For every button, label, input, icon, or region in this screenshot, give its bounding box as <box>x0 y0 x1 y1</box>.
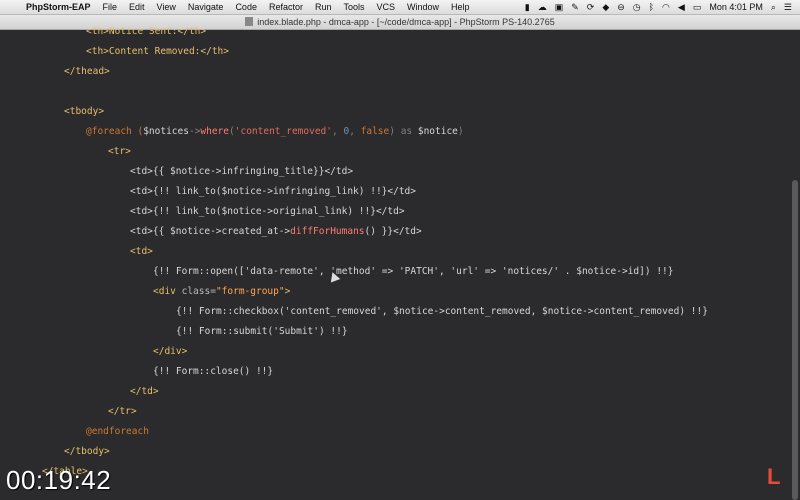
code-line: <th>Notice Sent:</th> <box>86 25 206 39</box>
code-text: <td>{!! link_to($notice->original_link) … <box>130 206 405 217</box>
menu-edit[interactable]: Edit <box>123 2 151 12</box>
code-line: {!! Form::checkbox('content_removed', $n… <box>176 305 708 319</box>
code-text: </td> <box>130 386 159 397</box>
code-line: </td> <box>130 385 159 399</box>
cloud-icon[interactable]: ☁ <box>538 2 547 12</box>
tool-icon[interactable]: ✎ <box>571 2 579 12</box>
laracasts-logo: L <box>767 464 781 489</box>
code-keyword: false <box>360 126 390 137</box>
code-text: <tr> <box>108 146 131 157</box>
menu-refactor[interactable]: Refactor <box>263 2 309 12</box>
clock-icon[interactable]: ◷ <box>633 2 641 12</box>
code-line: <td>{!! link_to($notice->original_link) … <box>130 205 405 219</box>
code-string: 'content_removed' <box>234 126 332 137</box>
bluetooth-icon[interactable]: ᛒ <box>649 2 654 12</box>
code-text: <th>Notice Sent:</th> <box>86 26 207 37</box>
code-attr: class= <box>181 286 216 297</box>
code-op: ) <box>457 126 464 137</box>
file-icon <box>245 17 254 26</box>
code-text: () }}</td> <box>364 226 422 237</box>
battery-icon[interactable]: ▭ <box>693 2 702 12</box>
menu-tools[interactable]: Tools <box>337 2 370 12</box>
code-op: , <box>332 126 344 137</box>
code-line: {!! Form::close() !!} <box>153 365 273 379</box>
window-title: index.blade.php - dmca-app - [~/code/dmc… <box>257 17 555 27</box>
code-op: ) as <box>389 126 418 137</box>
code-line: <td> <box>130 245 153 259</box>
code-tag: > <box>284 286 291 297</box>
code-text: </div> <box>153 346 188 357</box>
code-text: </thead> <box>64 66 110 77</box>
code-line: {!! Form::submit('Submit') !!} <box>176 325 348 339</box>
code-editor[interactable]: <th>Notice Sent:</th> <th>Content Remove… <box>0 26 800 500</box>
dropbox-icon[interactable]: ◆ <box>602 2 609 12</box>
code-tag: <div <box>153 286 182 297</box>
menubar: PhpStorm-EAP File Edit View Navigate Cod… <box>0 0 800 15</box>
code-line: </tr> <box>108 405 137 419</box>
code-var: $notices <box>143 126 189 137</box>
search-icon[interactable]: ⌕ <box>771 2 776 12</box>
code-line: </tbody> <box>64 445 110 459</box>
code-attr-value: "form-group" <box>215 286 285 297</box>
code-line: </thead> <box>64 65 110 79</box>
code-text: {!! Form::close() !!} <box>153 366 274 377</box>
menu-file[interactable]: File <box>97 2 124 12</box>
code-text: {!! Form::submit('Submit') !!} <box>176 326 348 337</box>
code-text: {!! Form::open(['data-remote', 'method' … <box>153 266 674 277</box>
code-line: <td>{{ $notice->infringing_title}}</td> <box>130 165 353 179</box>
menubar-status-area: ▮ ☁ ▣ ✎ ⟳ ◆ ⊖ ◷ ᛒ ◠ ◀ ▭ Mon 4:01 PM ⌕ ☰ <box>525 2 800 12</box>
sync-icon[interactable]: ⟳ <box>587 2 595 12</box>
menu-app-name[interactable]: PhpStorm-EAP <box>20 2 97 12</box>
code-line: <td>{{ $notice->created_at->diffForHuman… <box>130 225 422 239</box>
menu-window[interactable]: Window <box>401 2 445 12</box>
menu-help[interactable]: Help <box>445 2 476 12</box>
code-text: <th>Content Removed:</th> <box>86 46 229 57</box>
vertical-scrollbar[interactable] <box>792 180 798 500</box>
code-line: {!! Form::open(['data-remote', 'method' … <box>153 265 673 279</box>
list-icon[interactable]: ☰ <box>784 2 792 12</box>
code-text: <td>{{ $notice->created_at-> <box>130 226 291 237</box>
code-line: </div> <box>153 345 187 359</box>
minus-circle-icon[interactable]: ⊖ <box>617 2 625 12</box>
code-text: @endforeach <box>86 426 149 437</box>
volume-icon[interactable]: ◀ <box>678 2 685 12</box>
code-fn: where <box>200 126 230 137</box>
code-fn: diffForHumans <box>290 226 365 237</box>
code-text: </tr> <box>108 406 137 417</box>
code-var: $notice <box>417 126 458 137</box>
code-text: <td>{!! link_to($notice->infringing_link… <box>130 186 416 197</box>
code-line: @endforeach <box>86 425 149 439</box>
code-keyword: @foreach ( <box>86 126 144 137</box>
code-line: @foreach ($notices->where('content_remov… <box>86 125 464 139</box>
menu-vcs[interactable]: VCS <box>371 2 402 12</box>
code-line: <td>{!! link_to($notice->infringing_link… <box>130 185 416 199</box>
code-text: <td> <box>130 246 153 257</box>
code-line: <tbody> <box>64 105 104 119</box>
lock-icon[interactable]: ▮ <box>525 2 530 12</box>
code-line: <th>Content Removed:</th> <box>86 45 229 59</box>
menubar-clock[interactable]: Mon 4:01 PM <box>709 2 763 12</box>
code-text: {!! Form::checkbox('content_removed', $n… <box>176 306 708 317</box>
menu-navigate[interactable]: Navigate <box>182 2 230 12</box>
code-line: <div class="form-group"> <box>153 285 290 299</box>
code-text: <td>{{ $notice->infringing_title}}</td> <box>130 166 354 177</box>
code-text: <tbody> <box>64 106 105 117</box>
code-op: -> <box>188 126 201 137</box>
menu-code[interactable]: Code <box>229 2 263 12</box>
video-timecode: 00:19:42 <box>6 465 112 495</box>
menu-view[interactable]: View <box>151 2 182 12</box>
box-icon[interactable]: ▣ <box>555 2 564 12</box>
menu-run[interactable]: Run <box>309 2 338 12</box>
code-line: <tr> <box>108 145 131 159</box>
code-text: </tbody> <box>64 446 110 457</box>
code-op: , <box>349 126 361 137</box>
wifi-icon[interactable]: ◠ <box>662 2 670 12</box>
